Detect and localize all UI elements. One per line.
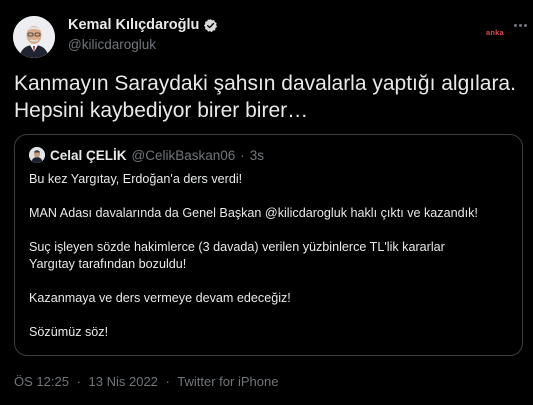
quoted-text-line: Sözümüz söz! — [29, 325, 109, 339]
quoted-text-line — [29, 307, 509, 324]
quoted-tweet-body: Bu kez Yargıtay, Erdoğan'a ders verdi! M… — [29, 171, 509, 341]
tweet-footer: ÖS 12:25 · 13 Nis 2022 · Twitter for iPh… — [14, 374, 282, 389]
footer-separator: · — [165, 374, 170, 389]
more-options-icon[interactable] — [510, 16, 530, 34]
quoted-text-line — [29, 188, 509, 205]
author-avatar[interactable] — [13, 16, 55, 58]
quoted-text-line: Bu kez Yargıtay, Erdoğan'a ders verdi! — [29, 172, 243, 186]
quoted-author-avatar[interactable] — [29, 147, 45, 163]
tweet-text-line: Hepsini kaybediyor birer birer… — [14, 99, 309, 122]
footer-date[interactable]: 13 Nis 2022 — [89, 374, 158, 389]
quoted-text-line — [29, 222, 509, 239]
quoted-author-handle[interactable]: @CelikBaskan06 — [132, 148, 236, 163]
footer-source[interactable]: Twitter for iPhone — [177, 374, 278, 389]
quoted-separator: · — [240, 147, 245, 163]
quoted-text-line: MAN Adası davalarında da Genel Başkan @k… — [29, 206, 478, 220]
quoted-tweet[interactable]: Celal ÇELİK @CelikBaskan06 · 3s Bu kez Y… — [14, 134, 523, 356]
quoted-timestamp[interactable]: 3s — [250, 148, 264, 163]
quoted-text-line: Yargıtay tarafından bozuldu! — [29, 257, 187, 271]
anka-watermark: anka — [486, 28, 504, 37]
tweet-text: Kanmayın Saraydaki şahsın davalarla yapt… — [14, 70, 524, 124]
quoted-author-avatar-image — [29, 147, 45, 163]
author-handle[interactable]: @kilicdarogluk — [68, 37, 156, 52]
quoted-text-line — [29, 273, 509, 290]
quoted-text-line: Suç işleyen sözde hakimlerce (3 davada) … — [29, 240, 445, 254]
quoted-text-line: Kazanmaya ve ders vermeye devam edeceğiz… — [29, 291, 291, 305]
footer-separator: · — [76, 374, 81, 389]
footer-time[interactable]: ÖS 12:25 — [14, 374, 69, 389]
tweet-text-line: Kanmayın Saraydaki şahsın davalarla yapt… — [14, 72, 516, 95]
quoted-author-name[interactable]: Celal ÇELİK — [50, 148, 127, 163]
quoted-tweet-header: Celal ÇELİK @CelikBaskan06 · 3s — [29, 147, 264, 163]
author-name-row[interactable]: Kemal Kılıçdaroğlu — [68, 17, 218, 33]
author-name[interactable]: Kemal Kılıçdaroğlu — [68, 17, 199, 33]
author-avatar-image — [13, 16, 55, 58]
verified-badge-icon — [204, 18, 218, 32]
